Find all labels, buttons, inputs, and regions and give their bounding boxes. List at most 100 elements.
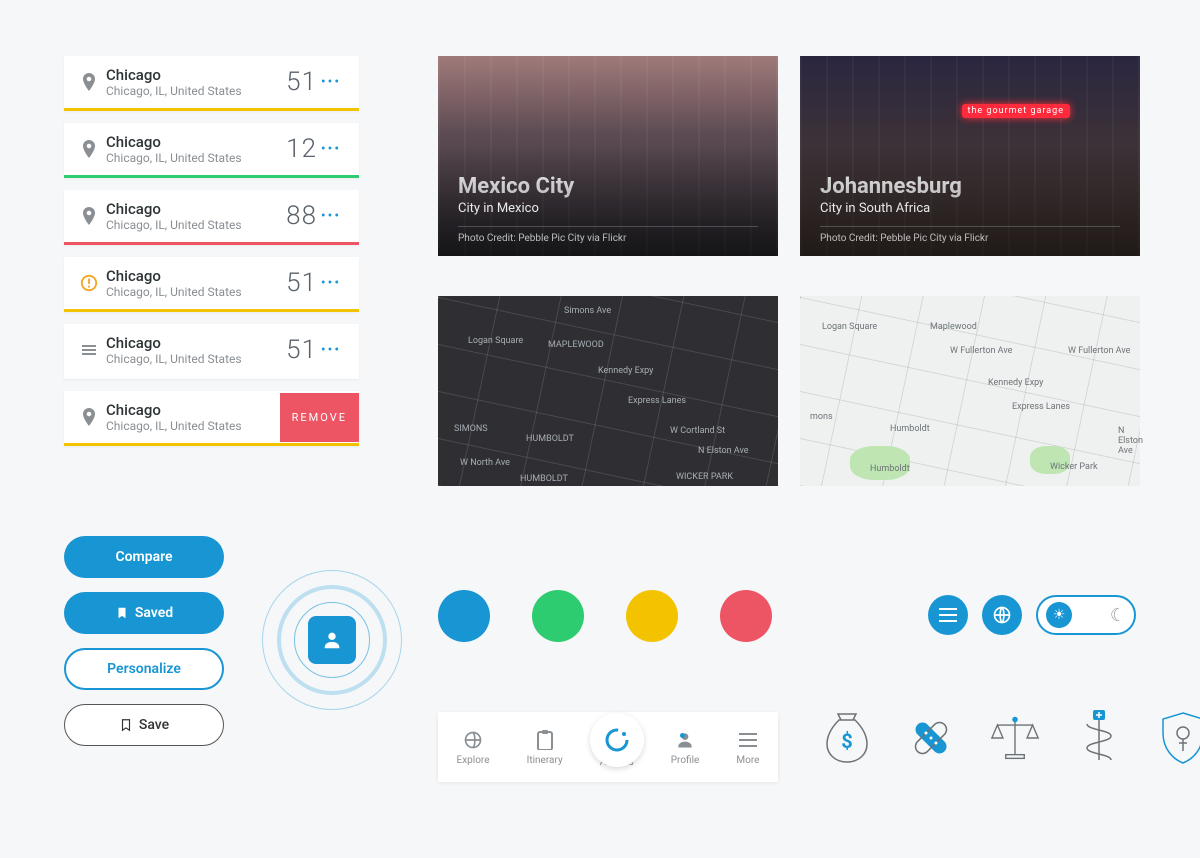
map-label: Logan Square: [822, 322, 877, 332]
city-sub: Chicago, IL, United States: [106, 285, 286, 299]
pin-icon: [78, 73, 100, 91]
map-dark-preview[interactable]: Logan SquareMAPLEWOODKennedy ExpyExpress…: [438, 296, 778, 486]
city-score: 51: [286, 268, 317, 298]
hero-subtitle: City in South Africa: [820, 201, 1120, 216]
globe-button[interactable]: [982, 595, 1022, 635]
personalize-button[interactable]: Personalize: [64, 648, 224, 690]
compare-label: Compare: [115, 549, 172, 565]
city-sub: Chicago, IL, United States: [106, 352, 286, 366]
notification-dot-icon: [680, 733, 685, 738]
nav-profile[interactable]: Profile: [671, 729, 700, 766]
globe-icon: [462, 729, 484, 751]
map-light-preview[interactable]: Logan SquareMaplewoodW Fullerton AveW Fu…: [800, 296, 1140, 486]
pin-icon: [78, 207, 100, 225]
swatch-red[interactable]: [720, 590, 772, 642]
map-control-buttons: ☀ ☾: [928, 595, 1136, 635]
photo-credit: Photo Credit: Pebble Pic City via Flickr: [458, 226, 758, 244]
globe-icon: [992, 605, 1012, 625]
nav-more[interactable]: More: [736, 729, 759, 766]
moon-icon: ☾: [1110, 605, 1126, 626]
more-icon[interactable]: •••: [317, 141, 345, 157]
hero-subtitle: City in Mexico: [458, 201, 758, 216]
city-score: 12: [286, 134, 317, 164]
city-list-item[interactable]: Chicago Chicago, IL, United States 51 ••…: [64, 324, 359, 379]
map-label: HUMBOLDT: [526, 434, 574, 444]
nav-actions[interactable]: Actions: [600, 727, 634, 768]
city-list-item[interactable]: Chicago Chicago, IL, United States 51 ••…: [64, 56, 359, 111]
menu-button[interactable]: [928, 595, 968, 635]
city-hero-card[interactable]: Mexico City City in Mexico Photo Credit:…: [438, 56, 778, 256]
saved-button[interactable]: Saved: [64, 592, 224, 634]
city-name: Chicago: [106, 334, 286, 352]
logo-g-icon: [605, 728, 629, 752]
money-bag-icon: $: [822, 708, 872, 768]
nav-active-halo: [590, 713, 644, 767]
map-label: W Fullerton Ave: [950, 346, 1012, 356]
user-icon: [674, 729, 696, 751]
compare-button[interactable]: Compare: [64, 536, 224, 578]
city-sub: Chicago, IL, United States: [106, 218, 286, 232]
swatch-primary[interactable]: [438, 590, 490, 642]
more-icon[interactable]: •••: [317, 342, 345, 358]
map-label: MAPLEWOOD: [548, 340, 604, 350]
nav-itinerary[interactable]: Itinerary: [527, 729, 563, 766]
swatch-amber[interactable]: [626, 590, 678, 642]
nav-label: Profile: [671, 755, 700, 766]
park-icon: [850, 446, 910, 480]
caduceus-icon: [1074, 708, 1124, 768]
map-label: mons: [810, 412, 833, 422]
map-label: Humboldt: [870, 464, 910, 474]
city-list-item[interactable]: Chicago Chicago, IL, United States 51 ••…: [64, 257, 359, 312]
saved-label: Saved: [135, 605, 173, 621]
city-name: Chicago: [106, 133, 286, 151]
map-label: W North Ave: [460, 458, 510, 468]
scales-icon: [990, 708, 1040, 768]
nav-label: Itinerary: [527, 755, 563, 766]
category-icons: $: [822, 708, 1200, 768]
nav-label: Explore: [457, 755, 490, 766]
city-name: Chicago: [106, 200, 286, 218]
hamburger-icon: [737, 729, 759, 751]
remove-button[interactable]: REMOVE: [280, 393, 359, 442]
bookmark-icon: [115, 606, 129, 620]
bandage-icon: [906, 708, 956, 768]
city-list-item[interactable]: Chicago Chicago, IL, United States REMOV…: [64, 391, 359, 446]
nav-explore[interactable]: Explore: [457, 729, 490, 766]
map-label: N Elston Ave: [1118, 426, 1143, 456]
save-button[interactable]: Save: [64, 704, 224, 746]
personalize-label: Personalize: [107, 661, 181, 677]
map-label: Humboldt: [890, 424, 930, 434]
map-label: SIMONS: [454, 424, 488, 434]
action-pills: Compare Saved Personalize Save: [64, 536, 224, 746]
map-label: Express Lanes: [628, 396, 686, 406]
city-score: 51: [286, 335, 317, 365]
pin-icon: [78, 140, 100, 158]
city-name: Chicago: [106, 66, 286, 84]
more-icon[interactable]: •••: [317, 275, 345, 291]
more-icon[interactable]: •••: [317, 74, 345, 90]
map-label: Maplewood: [930, 322, 977, 332]
map-label: N Elston Ave: [698, 446, 749, 456]
city-sub: Chicago, IL, United States: [106, 151, 286, 165]
map-label: HUMBOLDT: [520, 474, 568, 484]
day-night-toggle[interactable]: ☀ ☾: [1036, 595, 1136, 635]
city-score: 51: [286, 67, 317, 97]
user-pin-icon[interactable]: [308, 616, 356, 664]
city-score: 88: [286, 201, 317, 231]
map-label: Wicker Park: [1050, 462, 1098, 472]
city-list-item[interactable]: Chicago Chicago, IL, United States 88 ••…: [64, 190, 359, 245]
city-name: Chicago: [106, 267, 286, 285]
drag-handle-icon[interactable]: [78, 345, 100, 355]
map-label: Logan Square: [468, 336, 523, 346]
city-name: Chicago: [106, 401, 280, 419]
svg-text:$: $: [841, 729, 852, 753]
bottom-nav: Explore Itinerary Actions Profile More: [438, 712, 778, 782]
map-label: Express Lanes: [1012, 402, 1070, 412]
city-compare-list: Chicago Chicago, IL, United States 51 ••…: [64, 56, 359, 458]
swatch-green[interactable]: [532, 590, 584, 642]
city-hero-card[interactable]: the gourmet garage Johannesburg City in …: [800, 56, 1140, 256]
sun-icon: ☀: [1046, 602, 1072, 628]
alert-icon: [78, 274, 100, 292]
more-icon[interactable]: •••: [317, 208, 345, 224]
city-list-item[interactable]: Chicago Chicago, IL, United States 12 ••…: [64, 123, 359, 178]
